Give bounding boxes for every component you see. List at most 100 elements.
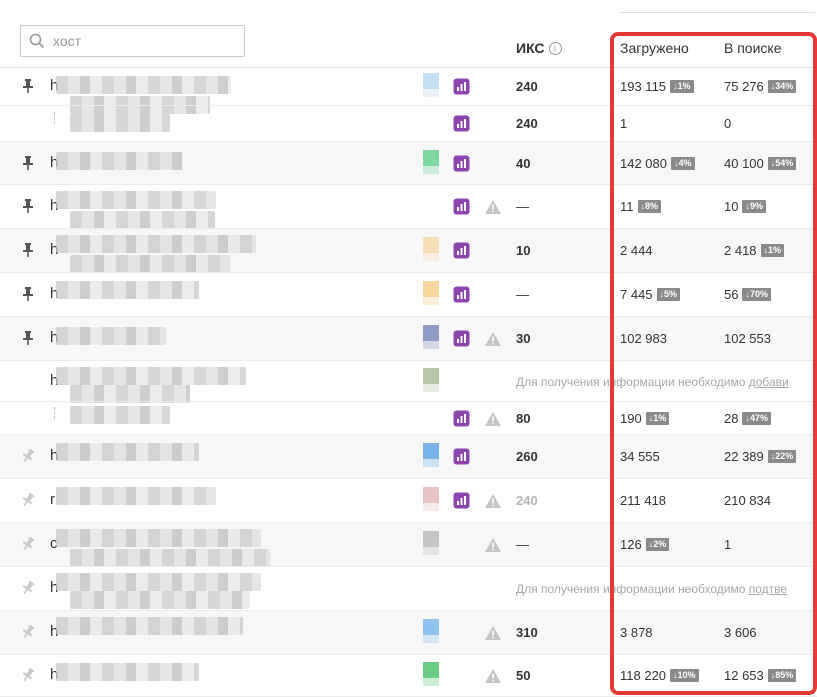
in-search-value: 210 834	[724, 493, 771, 508]
info-required-message: Для получения информации необходимо доба…	[516, 374, 789, 389]
host-color-marker	[423, 325, 439, 341]
host-search-field[interactable]	[20, 25, 245, 57]
in-search-value: 2 418	[724, 243, 757, 258]
host-row[interactable]: h Для получения информации необходимо под…	[0, 567, 817, 611]
pin-icon[interactable]	[22, 581, 34, 595]
iks-label: ИКС	[516, 40, 545, 56]
info-icon[interactable]: i	[548, 41, 562, 55]
host-name-blurred	[70, 549, 270, 567]
loaded-cell: 193 115 ↓1%	[620, 79, 694, 94]
search-input[interactable]	[51, 32, 231, 50]
warning-icon[interactable]	[484, 668, 502, 684]
warning-icon[interactable]	[484, 625, 502, 641]
metrika-icon[interactable]	[453, 242, 470, 259]
in-search-cell: 3 606	[724, 625, 757, 640]
host-row[interactable]: h 240 193 115 ↓1% 75 276 ↓34%	[0, 68, 817, 114]
info-required-link[interactable]: добави	[749, 375, 789, 389]
header-top-line	[620, 12, 815, 13]
host-row[interactable]: h 10 2 444 2 418 ↓1%	[0, 229, 817, 273]
loaded-cell: 118 220 ↓10%	[620, 668, 699, 683]
loaded-value: 211 418	[620, 493, 667, 508]
in-search-value: 56	[724, 287, 739, 302]
pin-icon[interactable]	[22, 449, 34, 463]
metrika-icon[interactable]	[453, 115, 470, 132]
in-search-value: 102 553	[724, 331, 771, 346]
host-row[interactable]: h —11 ↓8% 10 ↓9%	[0, 185, 817, 229]
warning-icon[interactable]	[484, 493, 502, 509]
host-name-initial[interactable]: r	[50, 491, 55, 508]
host-name-blurred	[70, 211, 215, 229]
pin-icon[interactable]	[22, 625, 34, 639]
loaded-value: 34 555	[620, 449, 660, 464]
host-name-blurred	[56, 663, 199, 681]
host-row[interactable]: h 310 3 878 3 606	[0, 611, 817, 655]
in-search-cell: 2 418 ↓1%	[724, 243, 785, 258]
pin-icon[interactable]	[22, 243, 34, 257]
warning-icon[interactable]	[484, 331, 502, 347]
host-color-marker-shade	[423, 165, 439, 174]
host-row[interactable]: c —126 ↓2% 1	[0, 523, 817, 567]
in-search-cell: 56 ↓70%	[724, 287, 771, 302]
pin-icon[interactable]	[22, 155, 34, 170]
host-name-blurred	[70, 114, 170, 132]
metrika-icon[interactable]	[453, 78, 470, 95]
metrika-icon[interactable]	[453, 286, 470, 303]
host-row[interactable]: h 30 102 983 102 553	[0, 317, 817, 361]
host-name-blurred	[56, 573, 261, 591]
iks-value: 50	[516, 668, 531, 683]
host-color-marker-shade	[423, 383, 439, 392]
loaded-change-badge: ↓5%	[656, 288, 681, 301]
host-row[interactable]: h Для получения информации необходимо доб…	[0, 361, 817, 403]
loaded-value: 190	[620, 410, 642, 426]
iks-value: 10	[516, 243, 531, 258]
subdomain-row[interactable]: 80 190 ↓1% 28 ↓47%	[0, 402, 817, 435]
loaded-cell: 126 ↓2%	[620, 537, 670, 552]
host-row[interactable]: h 50 118 220 ↓10% 12 653 ↓85%	[0, 655, 817, 697]
column-header-loaded[interactable]: Загружено	[620, 40, 689, 56]
host-row[interactable]: h —7 445 ↓5% 56 ↓70%	[0, 273, 817, 317]
pin-icon[interactable]	[22, 199, 34, 213]
pin-icon[interactable]	[22, 331, 34, 345]
pin-icon[interactable]	[22, 287, 34, 301]
column-header-iks[interactable]: ИКС i	[516, 40, 562, 56]
metrika-icon[interactable]	[453, 198, 470, 215]
column-header-in-search[interactable]: В поиске	[724, 40, 781, 56]
loaded-value: 102 983	[620, 331, 667, 346]
iks-value: 240	[516, 79, 538, 94]
metrika-icon[interactable]	[453, 410, 470, 427]
host-color-marker-shade	[423, 635, 439, 643]
subdomain-row[interactable]: 240 1 0	[0, 106, 817, 142]
host-color-marker-shade	[423, 341, 439, 349]
metrika-icon[interactable]	[453, 330, 470, 347]
in-search-cell: 75 276 ↓34%	[724, 79, 797, 94]
pin-icon[interactable]	[22, 668, 34, 682]
loaded-change-badge: ↓1%	[670, 80, 694, 93]
loaded-value: 11	[620, 199, 634, 214]
metrika-icon[interactable]	[453, 492, 470, 509]
loaded-value: 3 878	[620, 625, 653, 640]
warning-icon[interactable]	[484, 411, 502, 427]
host-color-marker	[423, 443, 439, 459]
host-color-marker	[423, 149, 439, 166]
host-row[interactable]: h 40 142 080 ↓4% 40 100 ↓54%	[0, 142, 817, 185]
host-color-marker-shade	[423, 547, 439, 555]
pin-icon[interactable]	[22, 79, 34, 93]
metrika-icon[interactable]	[453, 448, 470, 465]
search-icon	[29, 33, 45, 49]
host-name-blurred	[56, 367, 246, 385]
host-name-blurred	[70, 591, 250, 609]
host-row[interactable]: h 260 34 555 22 389 ↓22%	[0, 435, 817, 479]
host-row[interactable]: r 240 211 418 210 834	[0, 479, 817, 523]
in-search-cell: 22 389 ↓22%	[724, 449, 797, 464]
pin-icon[interactable]	[22, 493, 34, 507]
host-color-marker	[423, 237, 439, 253]
info-required-link[interactable]: подтве	[749, 582, 787, 596]
iks-value: 260	[516, 449, 538, 464]
warning-icon[interactable]	[484, 537, 502, 553]
warning-icon[interactable]	[484, 199, 502, 215]
in-search-cell: 40 100 ↓54%	[724, 156, 797, 171]
pin-icon[interactable]	[22, 537, 34, 551]
loaded-cell: 2 444	[620, 243, 653, 258]
iks-value: —	[516, 199, 529, 214]
metrika-icon[interactable]	[453, 155, 470, 172]
